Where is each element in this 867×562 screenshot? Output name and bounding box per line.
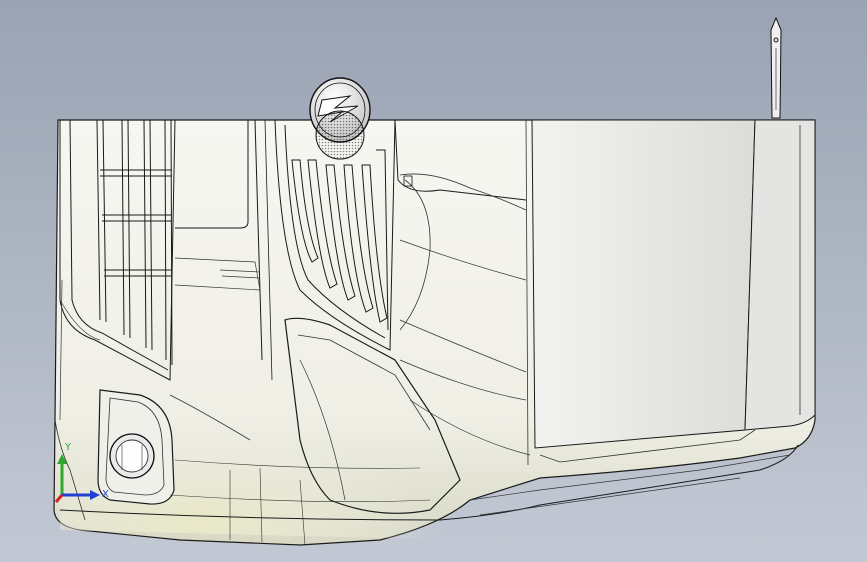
y-axis-label: Y <box>65 442 72 453</box>
x-axis-label: X <box>102 489 109 500</box>
side-door-panel <box>531 119 756 449</box>
graphics-viewport[interactable]: Y X <box>0 0 867 562</box>
antenna <box>770 16 782 119</box>
side-rear-panel <box>744 119 816 431</box>
3d-model-view[interactable] <box>0 0 867 562</box>
brand-logo <box>309 77 371 160</box>
coordinate-triad: Y X <box>52 440 112 510</box>
